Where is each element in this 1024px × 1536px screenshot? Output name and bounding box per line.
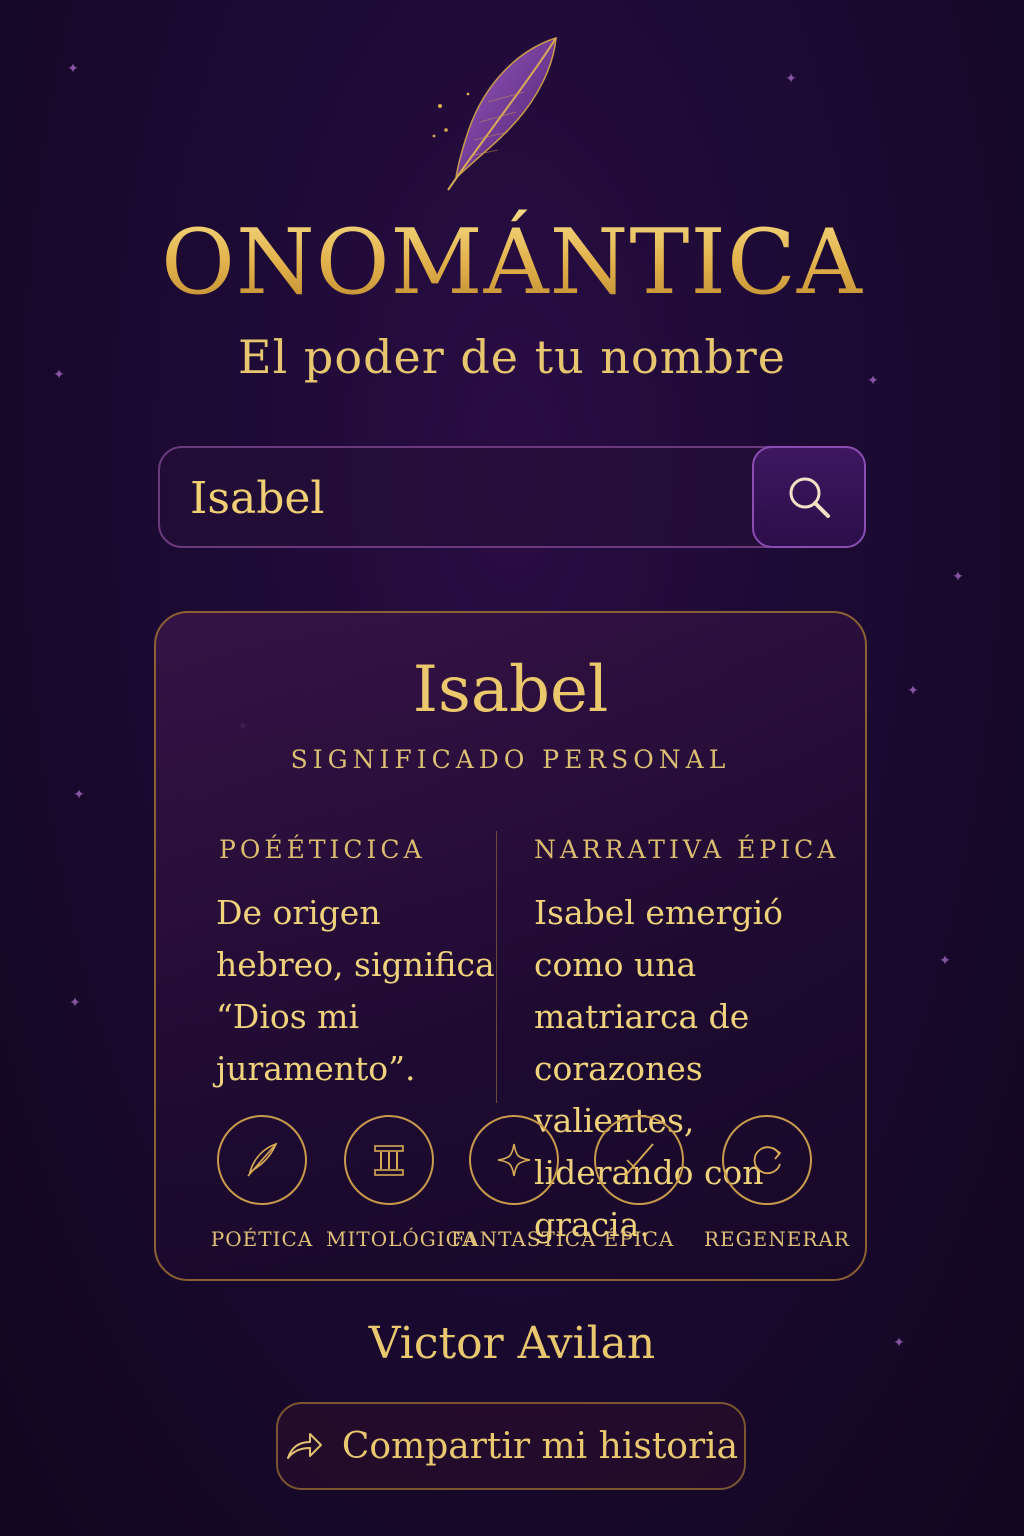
sparkle-icon xyxy=(497,1143,531,1177)
star-icon: ✦ xyxy=(952,569,964,585)
star-icon: ✦ xyxy=(73,787,85,803)
regenerate-label: REGENERAR xyxy=(704,1227,850,1251)
star-icon: ✦ xyxy=(939,953,951,969)
search-icon xyxy=(789,477,830,518)
poetic-style-label: POÉTICA xyxy=(210,1227,314,1251)
epic-heading: NARRATIVA ÉPICA xyxy=(534,835,840,864)
column-icon xyxy=(374,1145,404,1176)
epic-style-button[interactable]: ÉPICA xyxy=(576,1115,702,1251)
share-story-button[interactable]: Compartir mi historia xyxy=(276,1402,746,1490)
app-logo-title: ONOMÁNTICA xyxy=(0,208,1024,318)
quill-feather-icon xyxy=(432,36,557,191)
meaning-card: Isabel SIGNIFICADO PERSONAL POÉÉTICICA D… xyxy=(154,611,867,1281)
fantastic-style-label: FANTASTICA xyxy=(451,1227,597,1251)
star-icon: ✦ xyxy=(785,71,797,87)
share-story-label: Compartir mi historia xyxy=(341,1425,739,1467)
poetic-style-button[interactable]: POÉTICA xyxy=(199,1115,325,1251)
epic-style-label: ÉPICA xyxy=(603,1227,675,1251)
search-bar xyxy=(158,446,866,548)
card-subtitle: SIGNIFICADO PERSONAL xyxy=(290,745,731,774)
card-name-title: Isabel xyxy=(412,653,609,727)
author-name: Victor Avilan xyxy=(368,1318,656,1369)
poetic-heading: POÉÉTICICA xyxy=(219,835,426,864)
fantastic-style-button[interactable]: FANTASTICA xyxy=(451,1115,597,1251)
sword-icon xyxy=(624,1143,654,1177)
star-icon: ✦ xyxy=(67,61,79,77)
refresh-icon xyxy=(753,1146,782,1175)
mythological-style-button[interactable]: MITOLÓGICA xyxy=(326,1115,478,1251)
mythological-style-label: MITOLÓGICA xyxy=(326,1227,478,1251)
share-arrow-icon xyxy=(286,1433,322,1459)
tagline: El poder de tu nombre xyxy=(238,330,786,384)
star-icon: ✦ xyxy=(907,683,919,699)
regenerate-button[interactable]: REGENERAR xyxy=(704,1115,850,1251)
name-search-input[interactable] xyxy=(190,468,730,528)
search-button[interactable] xyxy=(752,446,866,548)
feather-icon xyxy=(247,1142,278,1177)
poetic-text: De origen hebreo, significa “Dios mi jur… xyxy=(216,893,495,1088)
star-icon: ✦ xyxy=(69,995,81,1011)
column-divider xyxy=(496,831,497,1103)
